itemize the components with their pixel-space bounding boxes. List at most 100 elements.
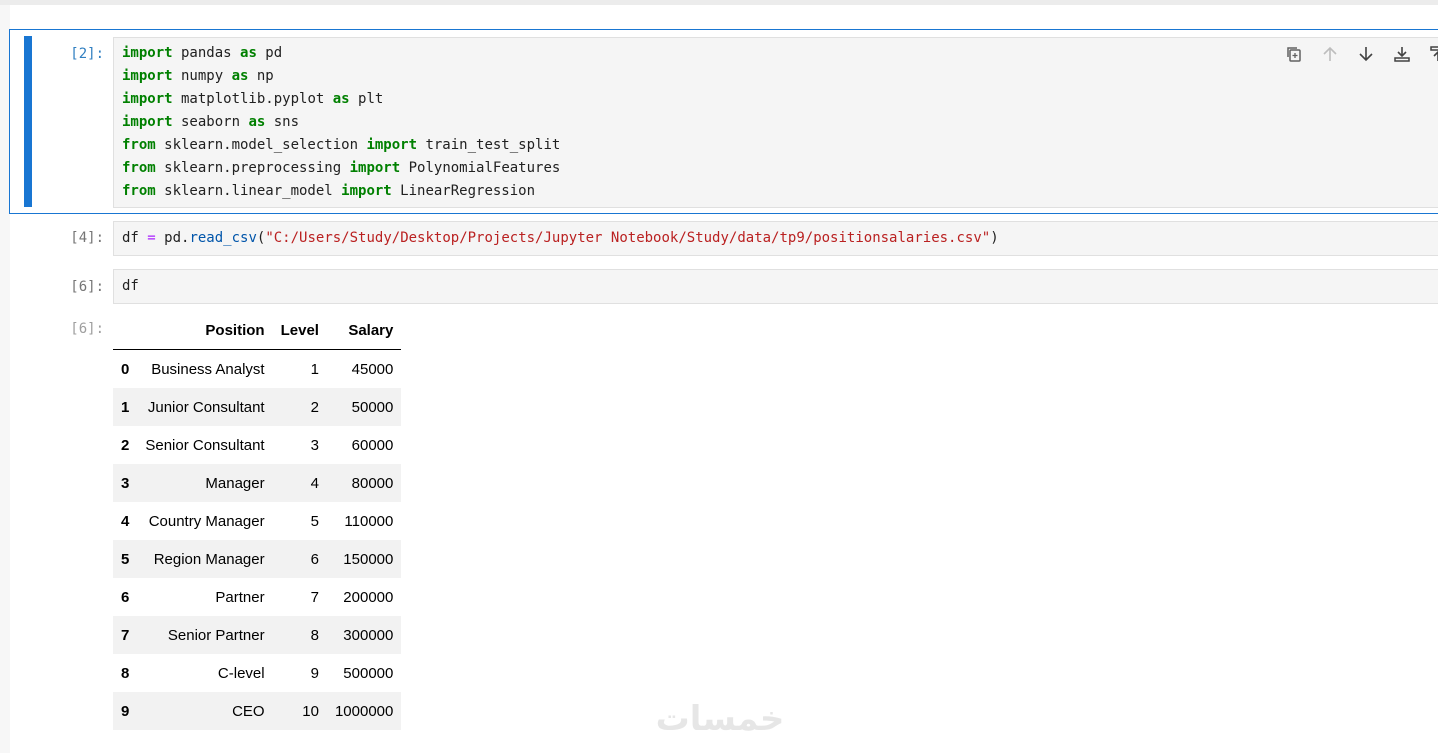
table-row: 2 Senior Consultant 3 60000 — [113, 426, 401, 464]
code-token: as — [248, 114, 266, 130]
table-row: 4 Country Manager 5 110000 — [113, 502, 401, 540]
column-header-salary: Salary — [326, 312, 402, 350]
cell-salary: 80000 — [351, 474, 394, 492]
code-token: LinearRegression — [391, 183, 536, 199]
cell-level: 3 — [310, 436, 319, 454]
code-line: import numpy as np — [114, 65, 1438, 88]
insert-above-icon — [1394, 47, 1410, 62]
cell-salary: 200000 — [343, 588, 394, 606]
code-token: as — [332, 91, 350, 107]
table-row: 5 Region Manager 6 150000 — [113, 540, 402, 578]
table-row: 1 Junior Consultant 2 50000 — [113, 388, 402, 426]
code-token: import — [122, 114, 173, 130]
table-row: 7 Senior Partner 8 300000 — [113, 616, 402, 654]
code-token: = — [147, 230, 156, 246]
code-token: sklearn.linear_model — [155, 183, 342, 199]
row-index: 1 — [121, 398, 130, 416]
cell-position: CEO — [232, 702, 265, 720]
row-index: 8 — [121, 664, 130, 682]
code-token: matplotlib.pyplot — [172, 91, 333, 107]
cell-level: 4 — [310, 474, 319, 492]
code-token: import — [122, 45, 173, 61]
cell-salary: 50000 — [351, 398, 394, 416]
cell-level: 10 — [302, 702, 319, 720]
code-token: pd — [256, 45, 283, 61]
top-strip — [0, 0, 1438, 5]
code-token: numpy — [172, 68, 232, 84]
code-token: import — [349, 160, 401, 176]
code-token: read_csv — [189, 230, 257, 246]
code-token: pandas — [172, 45, 241, 61]
code-line: import matplotlib.pyplot as plt — [114, 88, 1438, 111]
code-token: sklearn.preprocessing — [155, 160, 350, 176]
cell-level: 7 — [310, 588, 319, 606]
watermark-text: خمسات — [656, 699, 785, 739]
cell-salary: 1000000 — [334, 702, 394, 720]
cell-position: Partner — [215, 588, 265, 606]
index-header — [113, 312, 138, 350]
cell-salary: 150000 — [343, 550, 394, 568]
code-token: df — [122, 230, 148, 246]
code-token: pd. — [155, 230, 190, 246]
code-token: ) — [990, 230, 999, 246]
move-down-button[interactable] — [1348, 42, 1384, 66]
column-header-position: Position — [137, 312, 273, 350]
move-up-button[interactable] — [1312, 42, 1348, 66]
row-index: 9 — [121, 702, 130, 720]
row-index: 3 — [121, 474, 130, 492]
code-token: plt — [349, 91, 384, 107]
row-index: 7 — [121, 626, 130, 644]
table-header-row: Position Level Salary — [113, 312, 402, 350]
code-line: import seaborn as sns — [114, 111, 1438, 134]
cell-position: Business Analyst — [151, 360, 265, 378]
row-index: 0 — [121, 360, 130, 378]
code-line: df — [114, 275, 1438, 298]
table-row: 9 CEO 10 1000000 — [113, 692, 402, 730]
input-prompt: [2]: — [70, 46, 104, 62]
insert-below-icon — [1430, 46, 1438, 61]
cell-position: Manager — [205, 474, 265, 492]
output-prompt: [6]: — [70, 321, 104, 337]
code-token: from — [122, 183, 156, 199]
cell-position: Senior Consultant — [145, 436, 265, 454]
code-token: as — [240, 45, 257, 61]
row-index: 6 — [121, 588, 130, 606]
dataframe-table: Position Level Salary 0 Business Analyst 1… — [113, 312, 402, 730]
cell-level: 1 — [310, 360, 319, 378]
row-index: 5 — [121, 550, 130, 568]
insert-below-button[interactable] — [1420, 42, 1438, 66]
code-line: import pandas as pd — [114, 42, 1438, 65]
cell-position: Country Manager — [148, 512, 265, 530]
code-token: import — [122, 91, 173, 107]
table-row: 6 Partner 7 200000 — [113, 578, 401, 616]
code-editor[interactable]: df — [113, 269, 1438, 304]
code-token: df — [122, 278, 139, 294]
row-index: 4 — [121, 512, 130, 530]
cell-position: Region Manager — [153, 550, 265, 568]
cell-level: 5 — [310, 512, 319, 530]
cell-toolbar — [1276, 42, 1438, 66]
duplicate-cell-button[interactable] — [1276, 42, 1312, 66]
code-token: np — [248, 68, 274, 84]
cell-salary: 110000 — [344, 512, 394, 530]
code-token: sklearn.model_selection — [155, 137, 367, 153]
code-token: train_test_split — [417, 137, 561, 153]
code-token: PolynomialFeatures — [400, 160, 561, 176]
cell-salary: 45000 — [351, 360, 394, 378]
watermark-logo: خمسات — [656, 699, 785, 739]
cell-level: 9 — [310, 664, 319, 682]
cell-salary: 500000 — [343, 664, 394, 682]
code-token: as — [231, 68, 249, 84]
code-token: from — [122, 160, 156, 176]
code-line: from sklearn.preprocessing import Polyno… — [114, 157, 1438, 180]
cell-position: Junior Consultant — [147, 398, 265, 416]
code-token: sns — [265, 114, 300, 130]
table-row: 0 Business Analyst 1 45000 — [113, 350, 401, 389]
cell-level: 2 — [310, 398, 319, 416]
code-editor[interactable]: import pandas as pd import numpy as np imp… — [113, 37, 1438, 208]
code-token: from — [122, 137, 156, 153]
insert-above-button[interactable] — [1384, 42, 1420, 66]
duplicate-icon — [1287, 47, 1301, 62]
code-editor[interactable]: df = pd.read_csv("C:/Users/Study/Desktop… — [113, 221, 1438, 256]
code-token: import — [366, 137, 418, 153]
